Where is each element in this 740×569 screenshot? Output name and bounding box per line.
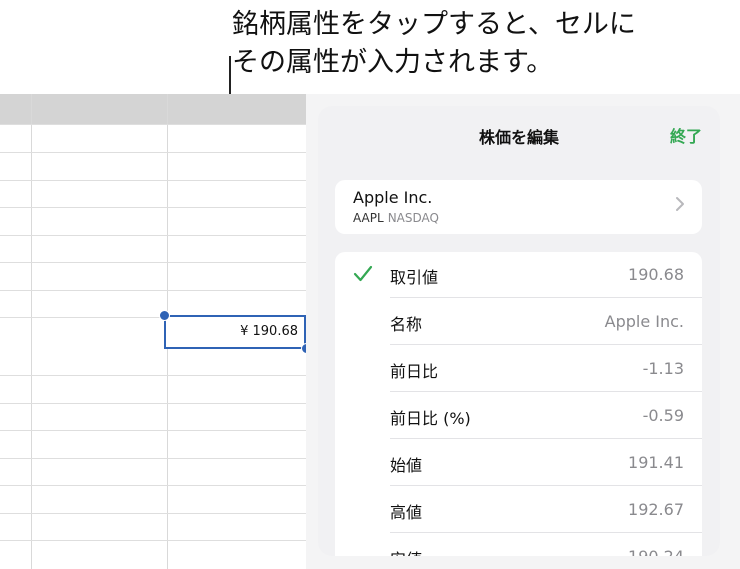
attribute-value: 192.67 [628,500,684,519]
row-divider [0,430,306,431]
attribute-row-high[interactable]: 高値 192.67 [335,487,702,533]
attribute-label: 前日比 [390,362,439,381]
row-divider [0,207,306,208]
row-divider [0,458,306,459]
row-divider [0,485,306,486]
chevron-right-icon [676,197,684,211]
attribute-value: -0.59 [642,406,684,425]
attribute-label: 始値 [390,456,423,475]
row-separator [390,532,702,533]
row-divider [0,375,306,376]
callout-line-1: 銘柄属性をタップすると、セルに [232,9,636,40]
row-divider [0,152,306,153]
stock-exchange: NASDAQ [387,211,439,225]
row-divider [0,262,306,263]
row-separator [390,485,702,486]
row-separator [390,297,702,298]
selection-handle-top-left[interactable] [159,310,170,321]
attribute-value: 191.41 [628,453,684,472]
attribute-row-change-percent[interactable]: 前日比 (%) -0.59 [335,393,702,439]
row-divider [0,124,306,125]
attribute-row-price[interactable]: 取引値 190.68 [335,252,702,298]
row-separator [390,438,702,439]
row-separator [390,391,702,392]
row-divider [0,180,306,181]
attribute-row-name[interactable]: 名称 Apple Inc. [335,299,702,345]
stock-symbol: AAPL [353,211,384,225]
column-header-bar[interactable] [0,94,306,124]
selected-cell[interactable]: ¥ 190.68 [164,315,306,349]
attribute-value: -1.13 [642,359,684,378]
callout-text: 銘柄属性をタップすると、セルに その属性が入力されます。 [232,6,636,82]
attribute-value: 190.24 [628,547,684,556]
attribute-label: 高値 [390,503,423,522]
stock-symbol-line: AAPL NASDAQ [353,211,439,225]
row-divider [0,290,306,291]
edit-stock-panel: 株価を編集 終了 Apple Inc. AAPL NASDAQ 取引値 190.6… [318,106,720,556]
done-button[interactable]: 終了 [670,123,702,147]
attribute-label: 名称 [390,315,423,334]
row-divider [0,540,306,541]
attribute-list: 取引値 190.68 名称 Apple Inc. 前日比 -1.13 前日比 (… [335,252,702,556]
stock-name: Apple Inc. [353,188,433,207]
row-divider [0,403,306,404]
checkmark-icon [353,265,373,282]
attribute-row-low[interactable]: 安値 190.24 [335,534,702,556]
row-divider [0,513,306,514]
attribute-label: 前日比 (%) [390,409,471,428]
row-divider [0,235,306,236]
attribute-label: 安値 [390,546,422,556]
panel-title: 株価を編集 [478,128,559,147]
attribute-row-open[interactable]: 始値 191.41 [335,440,702,486]
attribute-value: Apple Inc. [604,312,684,331]
row-separator [390,344,702,345]
stock-selector[interactable]: Apple Inc. AAPL NASDAQ [335,180,702,234]
callout-line-2: その属性が入力されます。 [232,47,554,78]
attribute-label: 取引値 [390,268,439,287]
attribute-value: 190.68 [628,265,684,284]
column-divider [31,94,32,569]
attribute-row-change[interactable]: 前日比 -1.13 [335,346,702,392]
